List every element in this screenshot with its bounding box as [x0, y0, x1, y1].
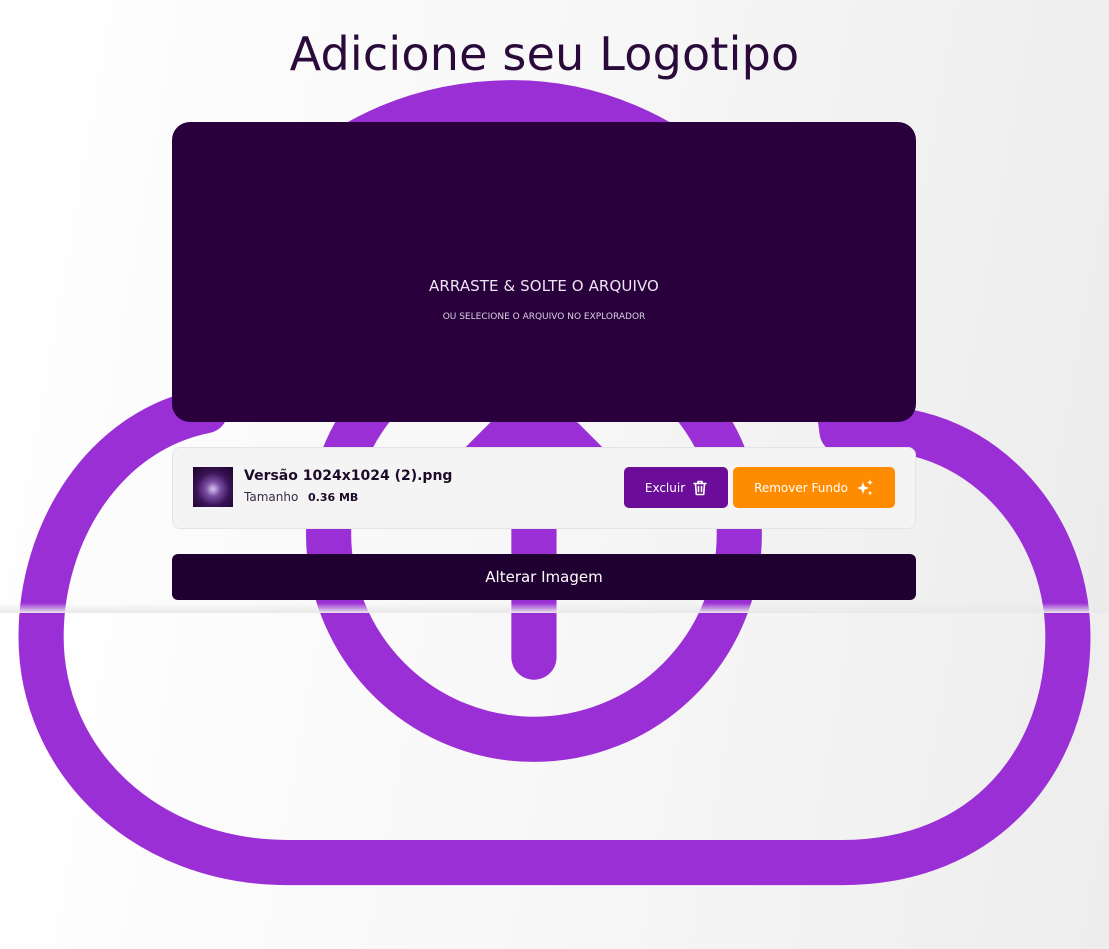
remove-background-button[interactable]: Remover Fundo	[733, 467, 895, 508]
dropzone-sub-text: OU SELECIONE O ARQUIVO NO EXPLORADOR	[442, 312, 646, 322]
delete-button[interactable]: Excluir	[624, 467, 728, 508]
dropzone-main-text: ARRASTE & SOLTE O ARQUIVO	[429, 277, 659, 295]
trash-icon	[693, 480, 707, 495]
change-image-button[interactable]: Alterar Imagem	[172, 554, 916, 600]
file-size-label: Tamanho	[244, 490, 299, 504]
delete-button-label: Excluir	[644, 480, 686, 495]
bottom-edge-shadow	[0, 603, 1109, 613]
page-title: Adicione seu Logotipo	[289, 27, 800, 81]
file-name: Versão 1024x1024 (2).png	[244, 468, 453, 484]
file-size-value: 0.36 MB	[308, 491, 359, 504]
file-thumbnail	[193, 467, 233, 507]
file-dropzone[interactable]	[172, 122, 916, 422]
remove-background-label: Remover Fundo	[754, 480, 848, 495]
sparkles-icon	[856, 479, 873, 495]
